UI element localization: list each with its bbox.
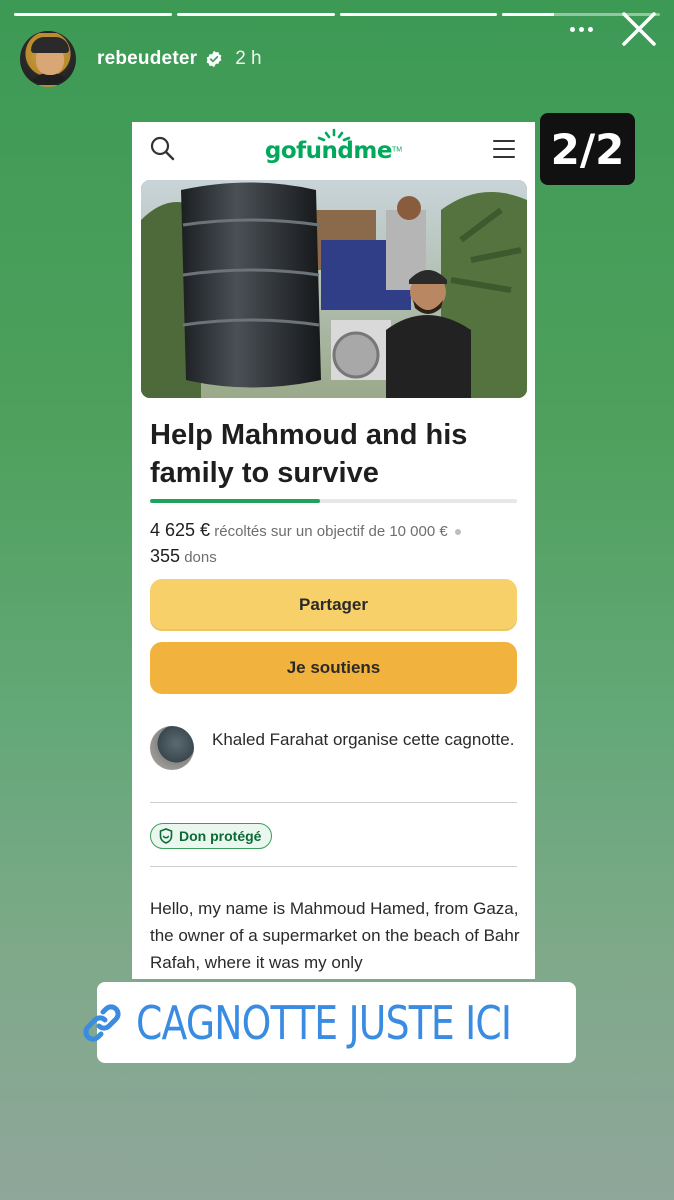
logo-text: gofundme [264, 138, 393, 164]
shield-icon [159, 828, 173, 844]
campaign-story: Hello, my name is Mahmoud Hamed, from Ga… [150, 899, 520, 972]
divider [150, 866, 517, 867]
gofundme-screenshot: gofundmeTM Help Mahmoud and his family t… [132, 122, 535, 979]
gofundme-header: gofundmeTM [132, 122, 535, 180]
profile-avatar[interactable] [20, 31, 76, 87]
badge-label: Don protégé [179, 828, 262, 844]
funding-progress-bar [150, 499, 517, 503]
menu-icon [493, 140, 515, 158]
raised-amount: 4 625 € [150, 520, 211, 540]
logo-tm: TM [391, 146, 403, 154]
link-icon [83, 1003, 121, 1042]
donate-button: Je soutiens [150, 642, 517, 694]
close-icon[interactable] [620, 10, 658, 48]
organizer: Khaled Farahat organise cette cagnotte. [150, 726, 520, 770]
progress-segment [339, 13, 498, 16]
gofundme-logo: gofundmeTM [132, 128, 535, 164]
separator-dot [454, 529, 461, 536]
story-progress [14, 13, 660, 16]
campaign-photo [141, 180, 527, 398]
raised-text: récoltés sur un objectif de 10 000 € [214, 523, 448, 540]
divider [150, 802, 517, 803]
organizer-avatar [150, 726, 194, 770]
post-time: 2 h [235, 48, 262, 69]
link-sticker[interactable]: CAGNOTTE JUSTE ICI [83, 982, 576, 1063]
funding-summary: 4 625 € récoltés sur un objectif de 10 0… [150, 518, 520, 570]
protected-badge: Don protégé [150, 823, 273, 849]
donations-count: 355 [150, 546, 181, 566]
share-button: Partager [150, 579, 517, 631]
story-header: rebeudeter 2 h [20, 30, 660, 88]
more-icon[interactable] [566, 16, 596, 42]
campaign-title: Help Mahmoud and his family to survive [150, 419, 468, 489]
slide-counter: 2/2 [540, 113, 635, 185]
progress-segment [176, 13, 335, 16]
progress-segment [14, 13, 172, 16]
verified-icon [205, 50, 223, 68]
donations-label: dons [184, 549, 217, 566]
funding-progress-fill [150, 499, 320, 503]
link-label[interactable]: CAGNOTTE JUSTE ICI [136, 996, 512, 1050]
organizer-text: Khaled Farahat organise cette cagnotte. [212, 730, 515, 749]
username[interactable]: rebeudeter [97, 48, 197, 70]
